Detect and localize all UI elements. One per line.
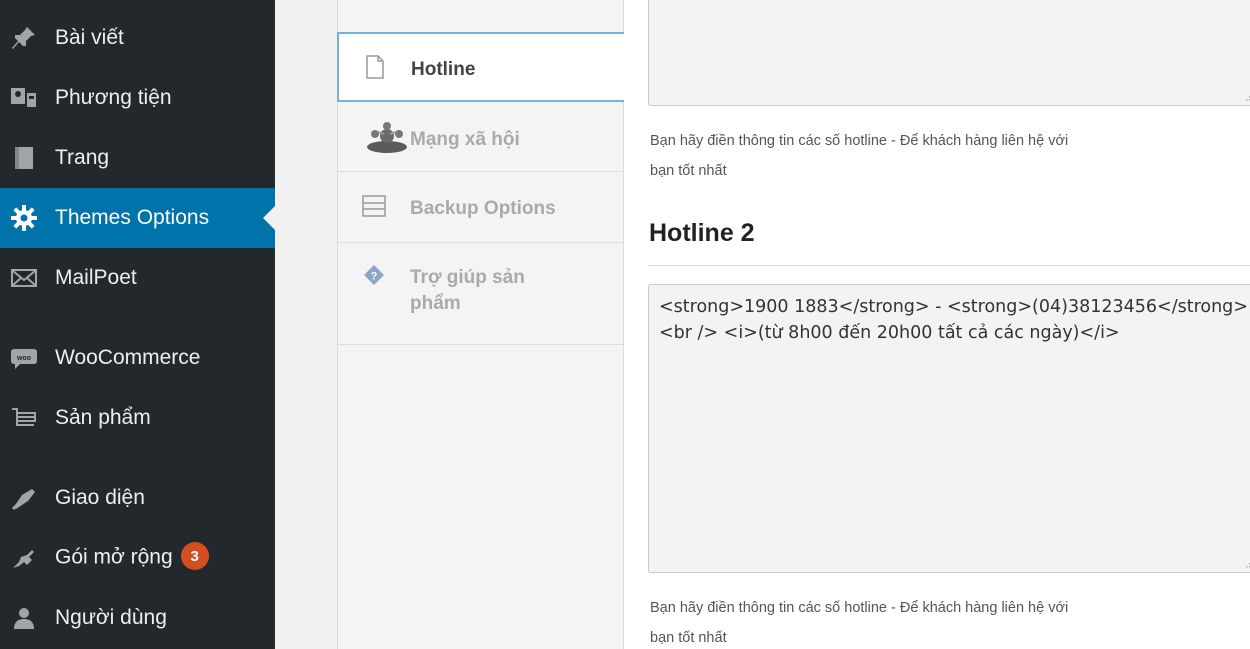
sidebar-item-label: Trang [55,146,110,169]
sidebar-item-label: WooCommerce [55,346,201,369]
wp-admin-screen: Bài viết Phương tiện Trang Themes Option… [0,0,1250,649]
hotline2-description: Bạn hãy điền thông tin các số hotline - … [650,600,1069,646]
tab-product-help[interactable]: ? Trợ giúp sản phẩm [338,243,625,345]
sidebar-item-label: MailPoet [55,266,137,289]
cart-icon [7,401,41,435]
plugin-icon [7,541,41,575]
woo-icon: woo [7,341,41,375]
hotline2-title: Hotline 2 [649,219,755,247]
help-icon: ? [360,261,388,289]
tab-label: Trợ giúp sản phẩm [410,267,525,314]
pin-icon [7,21,41,55]
hotline2-textarea[interactable]: <strong>1900 1883</strong> - <strong>(04… [648,284,1250,573]
brush-icon [7,481,41,515]
sidebar-item-posts[interactable]: Bài viết [0,8,275,68]
hotline2-value[interactable]: <strong>1900 1883</strong> - <strong>(04… [649,285,1250,355]
update-count-badge: 3 [180,542,209,570]
sidebar-item-label: Người dùng [55,606,167,629]
sidebar-item-media[interactable]: Phương tiện [0,68,275,128]
sidebar-item-label: Themes Options [55,206,210,229]
active-indicator-arrow [263,206,275,230]
svg-text:?: ? [371,271,378,283]
sidebar-item-label: Phương tiện [55,86,172,109]
hotline1-description: Bạn hãy điền thông tin các số hotline - … [650,133,1069,179]
sidebar-item-users[interactable]: Người dùng [0,588,275,648]
sidebar-item-pages[interactable]: Trang [0,128,275,188]
sidebar-item-label: Bài viết [55,26,124,49]
resize-grip-icon[interactable] [1244,91,1250,101]
hotline1-textarea[interactable] [648,0,1250,106]
tab-hotline[interactable]: Hotline [337,32,626,102]
backup-icon [360,192,388,220]
sidebar-item-mailpoet[interactable]: MailPoet [0,248,275,308]
document-icon [361,53,389,81]
sidebar-item-label: Giao diện [55,486,145,509]
sidebar-item-label-text: Gói mở rộng [55,545,173,569]
tab-label: Mạng xã hội [410,129,520,150]
section-divider [648,265,1250,266]
sidebar-item-label: Sản phẩm [55,406,151,429]
sidebar-item-label: Gói mở rộng 3 [55,542,209,572]
page-icon [7,141,41,175]
tab-label: Backup Options [410,198,556,219]
tab-social-network[interactable]: Mạng xã hội [338,103,625,172]
options-content: Bạn hãy điền thông tin các số hotline - … [624,0,1250,649]
sidebar-item-themes-options[interactable]: Themes Options [0,188,275,248]
gear-icon [7,201,41,235]
svg-text:woo: woo [16,355,31,362]
envelope-icon [7,261,41,295]
user-icon [7,601,41,635]
sidebar-item-woocommerce[interactable]: woo WooCommerce [0,328,275,388]
tab-backup-options[interactable]: Backup Options [338,172,625,243]
sidebar-item-plugins[interactable]: Gói mở rộng 3 [0,528,275,588]
media-icon [7,81,41,115]
resize-grip-icon[interactable] [1244,558,1250,568]
sidebar-item-appearance[interactable]: Giao diện [0,468,275,528]
social-icon [364,122,410,153]
options-navigation: Hotline Mạng xã hội Backup Options ? Trợ… [337,0,626,649]
sidebar-item-products[interactable]: Sản phẩm [0,388,275,448]
admin-sidebar: Bài viết Phương tiện Trang Themes Option… [0,0,275,649]
tab-label: Hotline [411,59,476,80]
